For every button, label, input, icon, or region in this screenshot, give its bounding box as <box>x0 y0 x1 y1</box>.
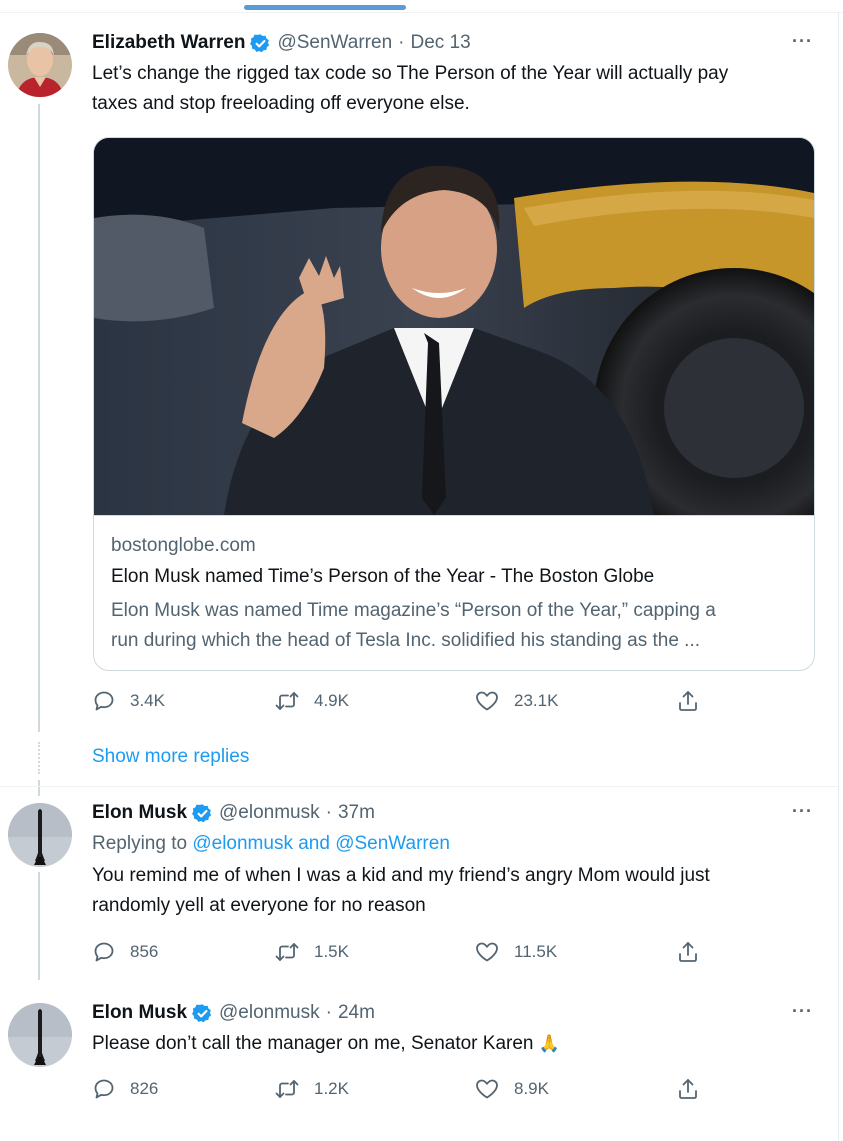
tweet-actions: 856 1.5K 11.5K <box>92 940 704 970</box>
tweet-musk-reply-2[interactable]: Elon Musk @elonmusk · 24m ··· Please don… <box>92 1001 813 1071</box>
share-icon <box>679 691 697 711</box>
tweet-musk-reply-1[interactable]: Elon Musk @elonmusk · 37m ··· Replying t… <box>92 801 813 931</box>
top-bar <box>0 0 843 13</box>
tweet-text-line: Let’s change the rigged tax code so The … <box>92 63 729 84</box>
tweet-timestamp[interactable]: 37m <box>338 801 375 825</box>
card-description-line: Elon Musk was named Time magazine’s “Per… <box>111 600 716 621</box>
replying-prefix: Replying to <box>92 833 188 854</box>
more-icon[interactable]: ··· <box>792 31 813 52</box>
share-button[interactable] <box>676 689 714 713</box>
tweet-text-line: Please don’t call the manager on me, Sen… <box>92 1033 534 1054</box>
retweet-count: 1.2K <box>314 1079 349 1098</box>
retweet-button[interactable]: 4.9K <box>274 689 349 713</box>
author-name[interactable]: Elon Musk <box>92 801 187 825</box>
replying-to-handles[interactable]: @elonmusk and @SenWarren <box>192 833 450 854</box>
time-separator: · <box>325 802 332 823</box>
article-photo[interactable] <box>94 138 814 516</box>
retweet-button[interactable]: 1.2K <box>274 1077 349 1101</box>
reply-icon <box>94 942 114 962</box>
verified-badge-icon <box>250 33 270 52</box>
card-title[interactable]: Elon Musk named Time’s Person of the Yea… <box>111 566 654 588</box>
card-description: Elon Musk was named Time magazine’s “Per… <box>111 596 801 656</box>
share-button[interactable] <box>676 1077 714 1101</box>
tweet-timestamp[interactable]: Dec 13 <box>410 31 470 55</box>
reply-count: 856 <box>130 942 159 961</box>
tweet-header: Elizabeth Warren @SenWarren · Dec 13 <box>92 31 813 55</box>
share-button[interactable] <box>676 940 714 964</box>
author-name[interactable]: Elizabeth Warren <box>92 31 245 55</box>
tweet-text: Please don’t call the manager on me, Sen… <box>92 1029 813 1059</box>
retweet-icon <box>275 1080 299 1098</box>
card-domain: bostonglobe.com <box>111 535 256 556</box>
divider <box>0 786 838 787</box>
retweet-count: 1.5K <box>314 942 349 961</box>
show-more-replies-link[interactable]: Show more replies <box>92 746 249 768</box>
reply-icon <box>94 1079 114 1099</box>
tweet-actions: 826 1.2K 8.9K <box>92 1077 704 1107</box>
column-border <box>838 12 839 1141</box>
thread-connector <box>38 104 40 732</box>
reply-button[interactable]: 856 <box>92 940 158 964</box>
thread-connector <box>38 872 40 980</box>
avatar-elon-musk[interactable] <box>8 1003 72 1067</box>
thread-connector <box>38 780 40 796</box>
verified-badge-icon <box>192 1003 212 1022</box>
avatar-elon-musk[interactable] <box>8 803 72 867</box>
tweet-text: You remind me of when I was a kid and my… <box>92 861 813 921</box>
tweet-header: Elon Musk @elonmusk · 37m <box>92 801 813 825</box>
retweet-button[interactable]: 1.5K <box>274 940 349 964</box>
tweet-text: Let’s change the rigged tax code so The … <box>92 59 813 119</box>
author-handle[interactable]: @SenWarren <box>277 31 392 55</box>
like-count: 8.9K <box>514 1079 549 1098</box>
more-icon[interactable]: ··· <box>792 801 813 822</box>
avatar-elizabeth-warren[interactable] <box>8 33 72 97</box>
author-handle[interactable]: @elonmusk <box>219 801 320 825</box>
scroll-indicator <box>244 5 406 10</box>
like-button[interactable]: 11.5K <box>474 940 557 964</box>
more-icon[interactable]: ··· <box>792 1001 813 1022</box>
retweet-icon <box>275 692 299 710</box>
like-count: 23.1K <box>514 691 559 710</box>
share-icon <box>679 942 697 962</box>
like-icon <box>476 942 498 962</box>
tweet-text-line: taxes and stop freeloading off everyone … <box>92 93 470 114</box>
thread-gap-dots <box>38 742 42 774</box>
reply-icon <box>94 691 114 711</box>
like-button[interactable]: 8.9K <box>474 1077 549 1101</box>
reply-button[interactable]: 826 <box>92 1077 158 1101</box>
like-icon <box>476 691 498 711</box>
share-icon <box>679 1079 697 1099</box>
reply-button[interactable]: 3.4K <box>92 689 165 713</box>
reply-count: 3.4K <box>130 691 165 710</box>
time-separator: · <box>398 32 405 53</box>
tweet-warren[interactable]: Elizabeth Warren @SenWarren · Dec 13 ···… <box>92 31 813 114</box>
retweet-icon <box>275 943 299 961</box>
author-name[interactable]: Elon Musk <box>92 1001 187 1025</box>
retweet-count: 4.9K <box>314 691 349 710</box>
praying-hands-emoji: 🙏 <box>538 1034 560 1053</box>
like-count: 11.5K <box>514 942 558 961</box>
author-handle[interactable]: @elonmusk <box>219 1001 320 1025</box>
like-icon <box>476 1079 498 1099</box>
like-button[interactable]: 23.1K <box>474 689 558 713</box>
reply-count: 826 <box>130 1079 159 1098</box>
card-description-line: run during which the head of Tesla Inc. … <box>111 630 701 651</box>
tweet-text-line: You remind me of when I was a kid and my… <box>92 865 710 886</box>
tweet-text-line: randomly yell at everyone for no reason <box>92 895 426 916</box>
verified-badge-icon <box>192 803 212 822</box>
tweet-header: Elon Musk @elonmusk · 24m <box>92 1001 813 1025</box>
link-preview-card[interactable]: bostonglobe.com Elon Musk named Time’s P… <box>93 137 815 671</box>
tweet-timestamp[interactable]: 24m <box>338 1001 375 1025</box>
tweet-actions: 3.4K 4.9K 23.1K <box>92 689 704 719</box>
time-separator: · <box>325 1002 332 1023</box>
replying-to: Replying to @elonmusk and @SenWarren <box>92 829 813 859</box>
